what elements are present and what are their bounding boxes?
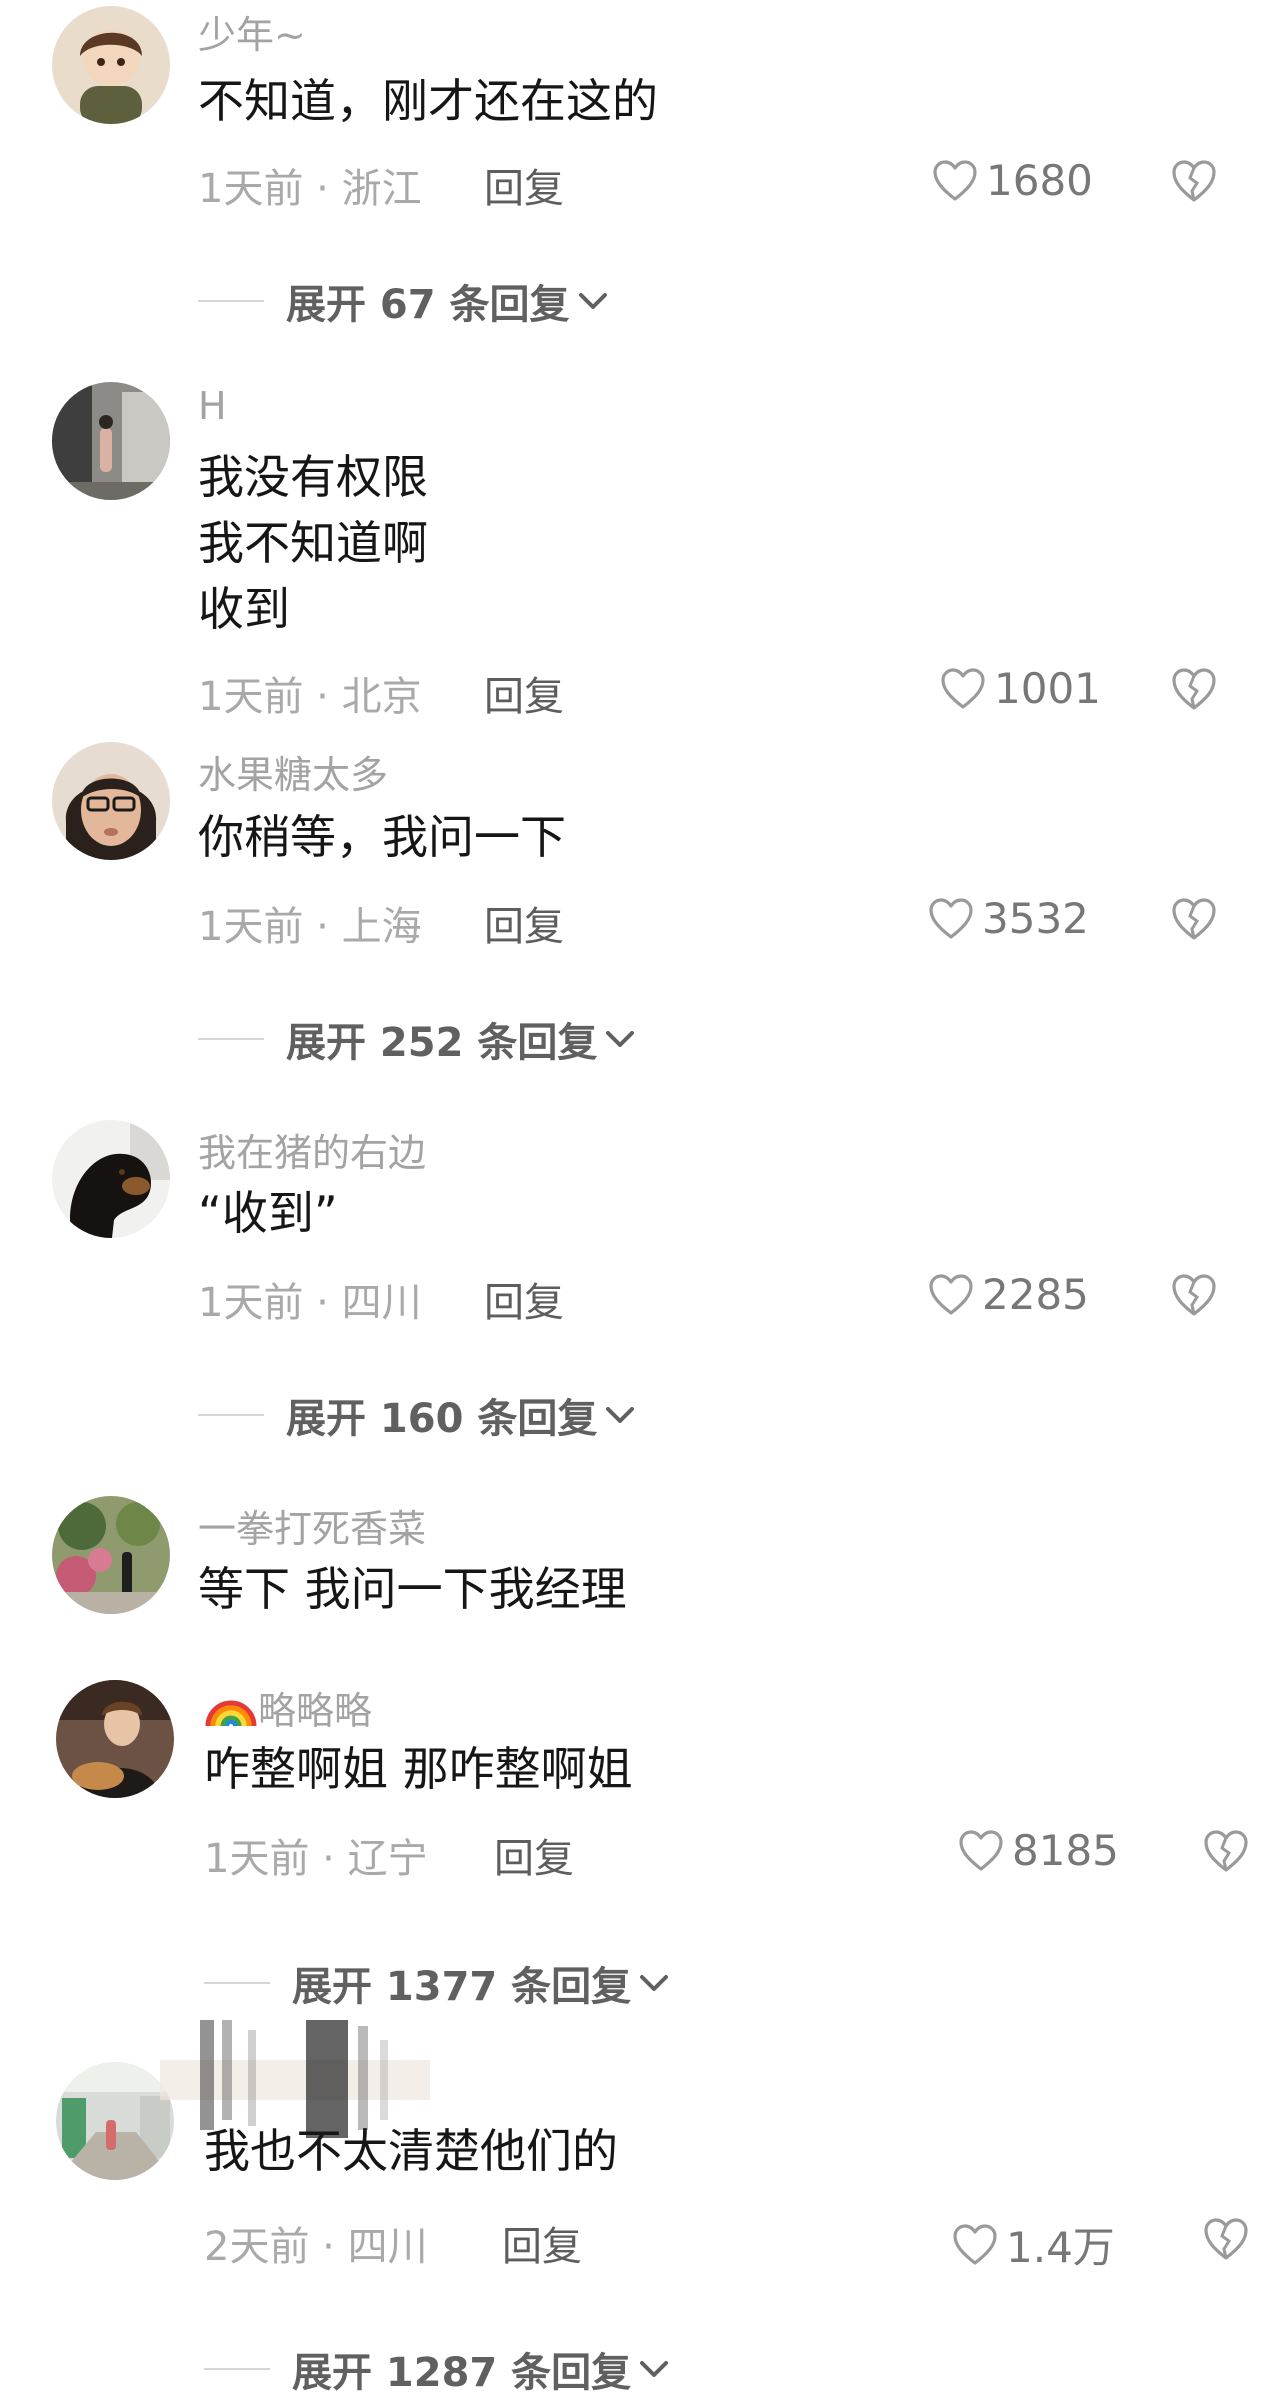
avatar[interactable] <box>56 1680 174 1798</box>
like-count: 1680 <box>986 156 1093 205</box>
like-button[interactable]: 1001 <box>940 664 1101 713</box>
divider-line <box>198 1414 264 1416</box>
expand-replies-label: 展开 1287 条回复 <box>292 2350 632 2396</box>
comment-text-line: 收到 <box>198 582 290 636</box>
like-button[interactable]: 1680 <box>932 156 1093 205</box>
avatar[interactable] <box>56 2062 174 2180</box>
chevron-down-icon <box>637 2358 671 2380</box>
divider-line <box>198 300 264 302</box>
broken-heart-icon[interactable] <box>1202 1828 1250 1874</box>
heart-outline-icon <box>940 667 986 711</box>
comment-text: 等下 我问一下我经理 <box>198 1562 627 1616</box>
divider-line <box>204 2368 270 2370</box>
comment-meta: 1天前 · 北京 <box>198 674 422 720</box>
chevron-down-icon <box>576 290 610 312</box>
comment-text: “收到” <box>198 1186 338 1240</box>
reply-button[interactable]: 回复 <box>484 664 564 722</box>
expand-replies-button[interactable]: 展开 1377 条回复 <box>204 1954 671 2012</box>
chevron-down-icon <box>603 1404 637 1426</box>
like-button[interactable]: 1.4万 <box>952 2214 1115 2275</box>
like-button[interactable]: 8185 <box>958 1826 1119 1875</box>
username[interactable]: 水果糖太多 <box>198 744 388 799</box>
like-count: 3532 <box>982 894 1089 943</box>
heart-outline-icon <box>928 1273 974 1317</box>
username[interactable]: 我在猪的右边 <box>198 1122 426 1177</box>
chevron-down-icon <box>637 1972 671 1994</box>
like-count: 2285 <box>982 1270 1089 1319</box>
comment-meta: 1天前 · 上海 <box>198 904 422 950</box>
heart-outline-icon <box>932 159 978 203</box>
comment-text-line: 我没有权限 <box>198 450 428 504</box>
broken-heart-icon[interactable] <box>1170 158 1218 204</box>
comment-text: 不知道，刚才还在这的 <box>198 74 658 128</box>
broken-heart-icon[interactable] <box>1202 2216 1250 2262</box>
comment-meta: 1天前 · 浙江 <box>198 166 422 212</box>
avatar[interactable] <box>52 1496 170 1614</box>
username[interactable]: 少年~ <box>198 4 306 59</box>
comment-text: 咋整啊姐 那咋整啊姐 <box>204 1742 633 1796</box>
divider-line <box>204 1982 270 1984</box>
username[interactable]: 一拳打死香菜 <box>198 1498 426 1553</box>
expand-replies-label: 展开 160 条回复 <box>286 1396 598 1442</box>
avatar[interactable] <box>52 382 170 500</box>
username[interactable]: 略略略 <box>204 1680 372 1735</box>
like-count: 1.4万 <box>1006 2223 1115 2272</box>
expand-replies-button[interactable]: 展开 252 条回复 <box>198 1010 637 1068</box>
rainbow-icon <box>205 1700 257 1727</box>
comment-text-line: 我不知道啊 <box>198 516 428 570</box>
username-text: 略略略 <box>258 1689 373 1733</box>
expand-replies-button[interactable]: 展开 1287 条回复 <box>204 2340 671 2398</box>
avatar[interactable] <box>52 742 170 860</box>
expand-replies-label: 展开 1377 条回复 <box>292 1964 632 2010</box>
heart-outline-icon <box>928 897 974 941</box>
like-button[interactable]: 3532 <box>928 894 1089 943</box>
expand-replies-button[interactable]: 展开 67 条回复 <box>198 272 610 330</box>
divider-line <box>198 1038 264 1040</box>
reply-button[interactable]: 回复 <box>484 1270 564 1328</box>
comment-text: 你稍等，我问一下 <box>198 810 566 864</box>
expand-replies-label: 展开 67 条回复 <box>286 282 570 328</box>
avatar[interactable] <box>52 6 170 124</box>
expand-replies-button[interactable]: 展开 160 条回复 <box>198 1386 637 1444</box>
reply-button[interactable]: 回复 <box>494 1826 574 1884</box>
reply-button[interactable]: 回复 <box>484 156 564 214</box>
reply-button[interactable]: 回复 <box>484 894 564 952</box>
heart-outline-icon <box>958 1829 1004 1873</box>
like-count: 1001 <box>994 664 1101 713</box>
like-button[interactable]: 2285 <box>928 1270 1089 1319</box>
chevron-down-icon <box>603 1028 637 1050</box>
broken-heart-icon[interactable] <box>1170 666 1218 712</box>
expand-replies-label: 展开 252 条回复 <box>286 1020 598 1066</box>
avatar[interactable] <box>52 1120 170 1238</box>
reply-button[interactable]: 回复 <box>502 2214 582 2272</box>
comment-meta: 1天前 · 辽宁 <box>204 1836 428 1882</box>
comment-meta: 2天前 · 四川 <box>204 2224 428 2270</box>
broken-heart-icon[interactable] <box>1170 1272 1218 1318</box>
heart-outline-icon <box>952 2223 998 2267</box>
username[interactable]: H <box>198 384 227 428</box>
comment-text: 我也不太清楚他们的 <box>204 2124 618 2178</box>
like-count: 8185 <box>1012 1826 1119 1875</box>
broken-heart-icon[interactable] <box>1170 896 1218 942</box>
comment-meta: 1天前 · 四川 <box>198 1280 422 1326</box>
